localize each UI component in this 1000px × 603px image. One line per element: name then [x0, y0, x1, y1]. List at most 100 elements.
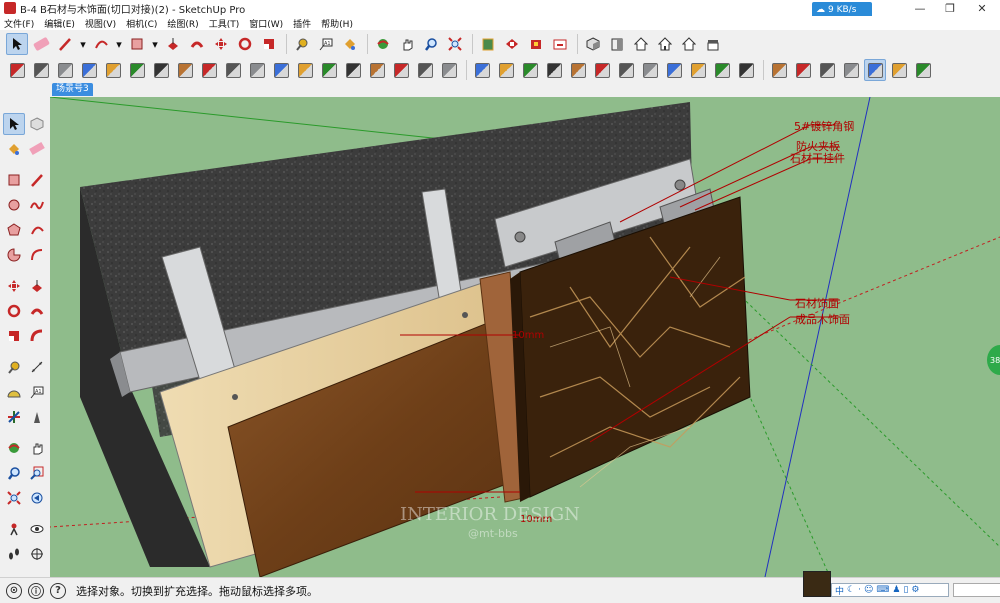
- plugin-tool-button[interactable]: [735, 59, 757, 81]
- moon-icon[interactable]: ☾: [847, 585, 855, 595]
- freehand-tool-button[interactable]: [27, 194, 49, 216]
- walk-tool-button[interactable]: [3, 543, 25, 565]
- front-view-button[interactable]: [630, 33, 652, 55]
- protractor-tool-button[interactable]: [3, 381, 25, 403]
- plugin-tool-button[interactable]: [126, 59, 148, 81]
- rotate-tool-button[interactable]: [234, 33, 256, 55]
- plugin-tool-button[interactable]: [390, 59, 412, 81]
- offset-tool-button[interactable]: [27, 325, 49, 347]
- eraser-tool-button[interactable]: [27, 138, 49, 160]
- menu-help[interactable]: 帮助(H): [321, 17, 353, 30]
- plugin-tool-button[interactable]: [567, 59, 589, 81]
- plugin-tool-button[interactable]: [78, 59, 100, 81]
- plugin-tool-button[interactable]: [639, 59, 661, 81]
- iso-view-button[interactable]: [582, 33, 604, 55]
- make-component-button[interactable]: [27, 113, 48, 135]
- menu-view[interactable]: 视图(V): [85, 17, 116, 30]
- follow-me-tool-button[interactable]: [186, 33, 208, 55]
- dimension-tool-button[interactable]: [27, 356, 49, 378]
- paint-bucket-tool-button[interactable]: [3, 138, 25, 160]
- plugin-tool-button[interactable]: [663, 59, 685, 81]
- close-button[interactable]: ✕: [962, 0, 1000, 16]
- circle-tool-button[interactable]: [3, 194, 25, 216]
- polygon-tool-button[interactable]: [3, 219, 25, 241]
- look-around-button[interactable]: [27, 518, 49, 540]
- follow-me-tool-button[interactable]: [27, 300, 49, 322]
- pan-tool-button[interactable]: [396, 33, 418, 55]
- plugin-tool-button[interactable]: [495, 59, 517, 81]
- keyboard-icon[interactable]: ⌨: [876, 585, 889, 595]
- person-icon[interactable]: ♟: [892, 585, 900, 595]
- zoom-tool-button[interactable]: [3, 462, 25, 484]
- plugin-tool-button[interactable]: [840, 59, 862, 81]
- plugin-tool-button[interactable]: [366, 59, 388, 81]
- plugin-tool-button[interactable]: [519, 59, 541, 81]
- menu-camera[interactable]: 相机(C): [126, 17, 157, 30]
- menu-draw[interactable]: 绘图(R): [167, 17, 198, 30]
- scene-tab[interactable]: 场景号3: [52, 83, 93, 96]
- paint-bucket-tool-button[interactable]: [339, 33, 361, 55]
- 3d-warehouse-button[interactable]: [501, 33, 523, 55]
- top-view-button[interactable]: [606, 33, 628, 55]
- emoji-icon[interactable]: ☺: [864, 585, 873, 595]
- plugin-tool-button[interactable]: [792, 59, 814, 81]
- plugin-tool-button[interactable]: [864, 59, 886, 81]
- plugin-tool-button[interactable]: [687, 59, 709, 81]
- plugin-tool-button[interactable]: [438, 59, 460, 81]
- plugin-tool-button[interactable]: [768, 59, 790, 81]
- plugin-tool-button[interactable]: [888, 59, 910, 81]
- plugin-tool-button[interactable]: [246, 59, 268, 81]
- zoom-extents-tool-button[interactable]: [3, 487, 25, 509]
- arc-dropdown[interactable]: ▾: [114, 33, 124, 55]
- menu-window[interactable]: 窗口(W): [249, 17, 283, 30]
- plugin-tool-button[interactable]: [102, 59, 124, 81]
- 3d-text-tool-button[interactable]: [27, 406, 49, 428]
- rectangle-tool-button[interactable]: [126, 33, 148, 55]
- text-tool-button[interactable]: A1: [315, 33, 337, 55]
- plugin-tool-button[interactable]: [591, 59, 613, 81]
- previous-view-button[interactable]: [27, 487, 49, 509]
- plugin-tool-button[interactable]: [294, 59, 316, 81]
- push-pull-tool-button[interactable]: [27, 275, 49, 297]
- rectangle-tool-button[interactable]: [3, 169, 25, 191]
- plugin-tool-button[interactable]: [150, 59, 172, 81]
- plugin-tool-button[interactable]: [174, 59, 196, 81]
- plugin-tool-button[interactable]: [318, 59, 340, 81]
- axes-tool-button[interactable]: [3, 406, 25, 428]
- orbit-tool-button[interactable]: [372, 33, 394, 55]
- shape-dropdown[interactable]: ▾: [150, 33, 160, 55]
- tape-measure-tool-button[interactable]: [291, 33, 313, 55]
- ime-toolbar[interactable]: 中 ☾ · ☺ ⌨ ♟ ▯ ⚙: [831, 583, 949, 597]
- ime-language[interactable]: 中: [835, 584, 844, 597]
- line-dropdown[interactable]: ▾: [78, 33, 88, 55]
- menu-file[interactable]: 文件(F): [4, 17, 34, 30]
- plugin-tool-button[interactable]: [816, 59, 838, 81]
- arc-tool-button[interactable]: [90, 33, 112, 55]
- avatar[interactable]: [803, 571, 831, 597]
- arc-tool-button[interactable]: [27, 219, 49, 241]
- ime-input-field[interactable]: [953, 583, 1000, 597]
- menu-edit[interactable]: 编辑(E): [44, 17, 75, 30]
- plugin-tool-button[interactable]: [270, 59, 292, 81]
- plugin-tool-button[interactable]: [198, 59, 220, 81]
- zoom-tool-button[interactable]: [420, 33, 442, 55]
- extension-warehouse-button[interactable]: [525, 33, 547, 55]
- push-pull-tool-button[interactable]: [162, 33, 184, 55]
- settings-icon[interactable]: ⚙: [911, 585, 919, 595]
- credits-icon[interactable]: ⓘ: [28, 582, 44, 599]
- zoom-window-tool-button[interactable]: [27, 462, 49, 484]
- eraser-tool-button[interactable]: [30, 33, 52, 55]
- left-view-button[interactable]: [702, 33, 724, 55]
- line-tool-button[interactable]: [54, 33, 76, 55]
- tape-measure-tool-button[interactable]: [3, 356, 25, 378]
- plugin-tool-button[interactable]: [6, 59, 28, 81]
- plugin-tool-button[interactable]: [711, 59, 733, 81]
- trash-icon[interactable]: ▯: [903, 585, 908, 595]
- plugin-tool-button[interactable]: [471, 59, 493, 81]
- send-to-layout-button[interactable]: [549, 33, 571, 55]
- right-view-button[interactable]: [654, 33, 676, 55]
- move-tool-button[interactable]: [3, 275, 25, 297]
- position-camera-button[interactable]: [3, 518, 25, 540]
- zoom-extents-tool-button[interactable]: [444, 33, 466, 55]
- orbit-tool-button[interactable]: [3, 437, 25, 459]
